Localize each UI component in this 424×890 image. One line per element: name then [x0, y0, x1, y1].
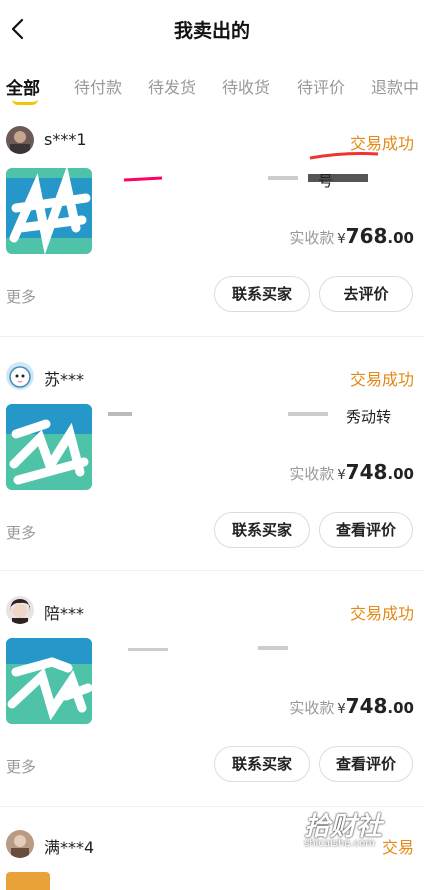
item-thumbnail[interactable]: [6, 872, 50, 890]
buyer-avatar: [6, 362, 34, 390]
buyer-name: 苏***: [44, 370, 85, 389]
order-card[interactable]: s***1 交易成功 号 实收款 ¥768.00 更多 联系买家 去评价: [0, 126, 424, 356]
order-status: 交易成功: [349, 604, 414, 623]
page-header: 我卖出的: [0, 0, 424, 60]
received-amount: 实收款 ¥748.00: [289, 460, 414, 484]
received-amount: 实收款 ¥748.00: [289, 694, 414, 718]
tab-pending-shipment[interactable]: 待发货: [148, 74, 196, 98]
order-status: 交易成功: [349, 370, 414, 389]
buyer-avatar: [6, 596, 34, 624]
item-thumbnail[interactable]: [6, 168, 92, 254]
order-card[interactable]: 苏*** 交易成功 秀动转 实收款 ¥748.00 更多 联系买家 查看评价: [0, 362, 424, 592]
contact-buyer-button[interactable]: 联系买家: [214, 746, 310, 782]
item-thumbnail[interactable]: [6, 638, 92, 724]
leave-review-button[interactable]: 去评价: [319, 276, 413, 312]
tab-pending-payment[interactable]: 待付款: [74, 74, 122, 98]
tab-refunding[interactable]: 退款中: [371, 74, 419, 98]
buyer-avatar: [6, 830, 34, 858]
more-link[interactable]: 更多: [6, 286, 36, 307]
item-title-redacted: 秀动转: [108, 406, 410, 424]
page-title: 我卖出的: [173, 20, 250, 42]
received-amount: 实收款 ¥768.00: [289, 224, 414, 248]
item-title-redacted: 号: [108, 170, 410, 188]
view-review-button[interactable]: 查看评价: [319, 746, 413, 782]
active-tab-indicator: [12, 99, 38, 105]
contact-buyer-button[interactable]: 联系买家: [214, 512, 310, 548]
buyer-name: 陪***: [44, 604, 85, 623]
buyer-name: s***1: [44, 130, 87, 149]
divider: [0, 570, 424, 571]
buyer-name: 满***4: [44, 838, 95, 857]
tab-all[interactable]: 全部: [6, 74, 40, 99]
buyer-avatar: [6, 126, 34, 154]
redaction-mark: [309, 152, 379, 160]
item-title-redacted: [108, 640, 410, 658]
item-thumbnail[interactable]: [6, 404, 92, 490]
contact-buyer-button[interactable]: 联系买家: [214, 276, 310, 312]
tab-pending-review[interactable]: 待评价: [297, 74, 345, 98]
more-link[interactable]: 更多: [6, 756, 36, 777]
order-status-tabs: 全部 待付款 待发货 待收货 待评价 退款中: [0, 74, 424, 110]
more-link[interactable]: 更多: [6, 522, 36, 543]
tab-pending-receipt[interactable]: 待收货: [222, 74, 270, 98]
watermark-logo: 拾财社 shicaishe.com: [304, 812, 383, 849]
view-review-button[interactable]: 查看评价: [319, 512, 413, 548]
order-card[interactable]: 陪*** 交易成功 实收款 ¥748.00 更多 联系买家 查看评价: [0, 596, 424, 826]
divider: [0, 336, 424, 337]
